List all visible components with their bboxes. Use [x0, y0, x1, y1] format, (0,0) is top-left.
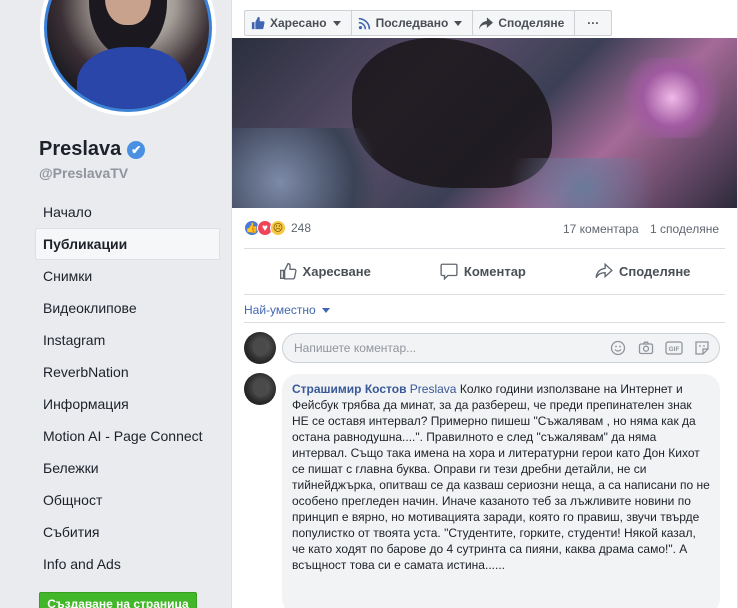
chevron-down-icon	[332, 20, 341, 26]
following-label: Последвано	[375, 16, 449, 30]
share-arrow-icon	[479, 16, 494, 30]
divider	[244, 294, 725, 295]
nav-item-photos[interactable]: Снимки	[35, 260, 220, 292]
emoji-icon[interactable]	[609, 339, 627, 357]
speech-bubble-icon	[440, 263, 458, 280]
sad-reaction-icon: ☹	[270, 220, 286, 236]
comment-mention[interactable]: Preslava	[410, 382, 457, 396]
nav-item-motion-ai[interactable]: Motion AI - Page Connect	[35, 420, 220, 452]
post-actions: Харесване Коментар Споделяне	[244, 256, 725, 286]
comment-bubble: Страшимир Костов Preslava Колко години и…	[282, 374, 720, 608]
shares-count[interactable]: 1 споделяне	[650, 222, 719, 236]
like-button[interactable]: Харесване	[279, 256, 371, 286]
sort-label: Най-уместно	[244, 303, 316, 317]
like-label: Харесване	[302, 263, 371, 279]
svg-text:GIF: GIF	[669, 346, 680, 353]
liked-button[interactable]: Харесано	[244, 10, 352, 36]
engagement-counts: 17 коментара 1 споделяне	[563, 222, 719, 236]
current-user-avatar[interactable]	[244, 332, 276, 364]
post-photo[interactable]	[232, 38, 737, 208]
nav-item-notes[interactable]: Бележки	[35, 452, 220, 484]
comments-count[interactable]: 17 коментара	[563, 222, 639, 236]
page-title[interactable]: Preslava ✔	[39, 138, 146, 161]
comment-sort-dropdown[interactable]: Най-уместно	[244, 303, 330, 317]
share-page-button[interactable]: Споделяне	[472, 10, 576, 36]
nav-item-home[interactable]: Начало	[35, 196, 220, 228]
nav-item-info-and-ads[interactable]: Info and Ads	[35, 548, 220, 580]
comment-label: Коментар	[463, 263, 526, 279]
composer-icons: GIF	[599, 339, 711, 357]
nav-item-videos[interactable]: Видеоклипове	[35, 292, 220, 324]
page-nav: Начало Публикации Снимки Видеоклипове In…	[35, 196, 220, 580]
post-card: Харесано Последвано Споделяне ··· 👍 ♥ ☹ …	[231, 0, 738, 608]
divider	[244, 248, 725, 249]
camera-icon[interactable]	[637, 339, 655, 357]
commenter-avatar[interactable]	[244, 373, 276, 405]
thumbs-up-icon	[251, 16, 265, 30]
nav-item-about[interactable]: Информация	[35, 388, 220, 420]
comment-button[interactable]: Коментар	[440, 256, 526, 286]
comment-composer[interactable]: GIF	[282, 333, 720, 363]
page-action-bar: Харесано Последвано Споделяне ···	[244, 10, 613, 36]
chevron-down-icon	[321, 307, 330, 313]
comment-author[interactable]: Страшимир Костов	[292, 382, 406, 396]
share-label: Споделяне	[618, 263, 691, 279]
nav-item-posts[interactable]: Публикации	[35, 228, 220, 260]
nav-item-instagram[interactable]: Instagram	[35, 324, 220, 356]
share-arrow-icon	[595, 263, 613, 279]
page-sidebar: Preslava ✔ @PreslavaTV Начало Публикации…	[0, 0, 231, 608]
following-button[interactable]: Последвано	[350, 10, 474, 36]
divider	[244, 322, 725, 323]
chevron-down-icon	[454, 20, 463, 26]
page-username[interactable]: @PreslavaTV	[39, 165, 128, 181]
profile-photo-image	[44, 0, 212, 112]
page-name-text[interactable]: Preslava	[39, 138, 121, 161]
reaction-count[interactable]: 248	[291, 221, 311, 235]
profile-picture[interactable]	[40, 0, 216, 116]
comment-input[interactable]	[294, 341, 599, 355]
share-button[interactable]: Споделяне	[595, 256, 690, 286]
nav-item-community[interactable]: Общност	[35, 484, 220, 516]
reactions-summary[interactable]: 👍 ♥ ☹ 248	[244, 220, 311, 236]
more-icon: ···	[587, 16, 600, 30]
comment-text: Колко години използване на Интернет и Фе…	[292, 382, 710, 572]
verified-badge-icon: ✔	[127, 140, 146, 159]
more-options-button[interactable]: ···	[574, 10, 613, 36]
create-page-button[interactable]: Създаване на страница	[39, 592, 197, 608]
gif-icon[interactable]: GIF	[665, 339, 683, 357]
thumbs-up-icon	[279, 263, 297, 280]
share-page-label: Споделяне	[498, 16, 565, 30]
nav-item-reverbnation[interactable]: ReverbNation	[35, 356, 220, 388]
liked-label: Харесано	[270, 16, 327, 30]
rss-icon	[358, 17, 370, 29]
nav-item-events[interactable]: Събития	[35, 516, 220, 548]
sticker-icon[interactable]	[693, 339, 711, 357]
